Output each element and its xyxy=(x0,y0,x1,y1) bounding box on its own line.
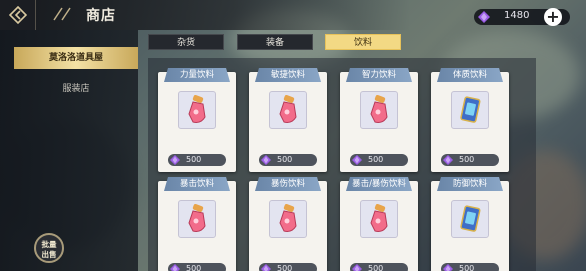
diamond-back-icon xyxy=(9,6,27,24)
price-value: 500 xyxy=(186,155,202,164)
product-card[interactable]: 敏捷饮料 500 xyxy=(249,68,327,172)
pink-potion-icon xyxy=(279,95,297,123)
product-name: 暴击/暴伤饮料 xyxy=(346,177,412,191)
price-tag: 500 xyxy=(350,154,408,166)
price-value: 500 xyxy=(186,264,202,271)
product-card[interactable]: 暴击饮料 500 xyxy=(158,177,236,271)
currency-amount: 1480 xyxy=(504,10,530,21)
product-name: 智力饮料 xyxy=(346,68,412,82)
blue-card-icon xyxy=(460,96,481,123)
product-card[interactable]: 暴击/暴伤饮料 500 xyxy=(340,177,418,271)
pink-potion-icon xyxy=(188,204,206,232)
price-tag: 500 xyxy=(441,263,499,271)
price-value: 500 xyxy=(368,264,384,271)
purple-gem-icon xyxy=(478,11,490,23)
batch-sell-label-bottom: 出售 xyxy=(41,250,57,259)
product-name: 暴击饮料 xyxy=(164,177,230,191)
product-card[interactable]: 智力饮料 500 xyxy=(340,68,418,172)
product-image xyxy=(178,200,216,238)
product-name: 暴伤饮料 xyxy=(255,177,321,191)
tab-equipment[interactable]: 装备 xyxy=(237,34,313,50)
product-image xyxy=(360,200,398,238)
price-value: 500 xyxy=(459,264,475,271)
tab-drinks[interactable]: 饮料 xyxy=(325,34,401,50)
product-image xyxy=(451,200,489,238)
purple-gem-icon xyxy=(352,155,362,165)
price-value: 500 xyxy=(459,155,475,164)
price-value: 500 xyxy=(368,155,384,164)
tab-groceries[interactable]: 杂货 xyxy=(148,34,224,50)
pink-potion-icon xyxy=(279,204,297,232)
purple-gem-icon xyxy=(170,264,180,271)
product-card[interactable]: 暴伤饮料 500 xyxy=(249,177,327,271)
product-card[interactable]: 力量饮料 500 xyxy=(158,68,236,172)
price-tag: 500 xyxy=(350,263,408,271)
page-title: 商店 xyxy=(86,8,116,24)
product-name: 防御饮料 xyxy=(437,177,503,191)
pink-potion-icon xyxy=(370,204,388,232)
price-value: 500 xyxy=(277,264,293,271)
product-image xyxy=(451,91,489,129)
price-tag: 500 xyxy=(259,154,317,166)
purple-gem-icon xyxy=(352,264,362,271)
product-name: 体质饮料 xyxy=(437,68,503,82)
pink-potion-icon xyxy=(188,95,206,123)
product-image xyxy=(269,200,307,238)
purple-gem-icon xyxy=(443,155,453,165)
product-name: 敏捷饮料 xyxy=(255,68,321,82)
purple-gem-icon xyxy=(261,155,271,165)
product-image xyxy=(360,91,398,129)
sidebar-item-label: 莫洛洛道具屋 xyxy=(48,53,103,63)
product-image xyxy=(178,91,216,129)
add-currency-button[interactable]: + xyxy=(544,8,562,26)
product-card[interactable]: 防御饮料 500 xyxy=(431,177,509,271)
back-button[interactable] xyxy=(0,0,36,30)
product-card[interactable]: 体质饮料 500 xyxy=(431,68,509,172)
sidebar-item-label: 服装店 xyxy=(62,84,90,94)
blue-card-icon xyxy=(460,205,481,232)
price-value: 500 xyxy=(277,155,293,164)
sidebar-item-clothing-shop[interactable]: 服装店 xyxy=(14,78,138,100)
product-name: 力量饮料 xyxy=(164,68,230,82)
shop-sidebar: 莫洛洛道具屋 服装店 xyxy=(0,30,138,271)
purple-gem-icon xyxy=(443,264,453,271)
pink-potion-icon xyxy=(370,95,388,123)
purple-gem-icon xyxy=(261,264,271,271)
price-tag: 500 xyxy=(168,263,226,271)
plus-icon: + xyxy=(546,7,560,26)
price-tag: 500 xyxy=(441,154,499,166)
price-tag: 500 xyxy=(259,263,317,271)
batch-sell-button[interactable]: 批量 出售 xyxy=(34,233,64,263)
product-image xyxy=(269,91,307,129)
sidebar-item-item-shop[interactable]: 莫洛洛道具屋 xyxy=(14,47,138,69)
price-tag: 500 xyxy=(168,154,226,166)
top-bar: 商店 1480 + xyxy=(0,0,586,30)
title-decoration-icon xyxy=(53,7,71,21)
purple-gem-icon xyxy=(170,155,180,165)
